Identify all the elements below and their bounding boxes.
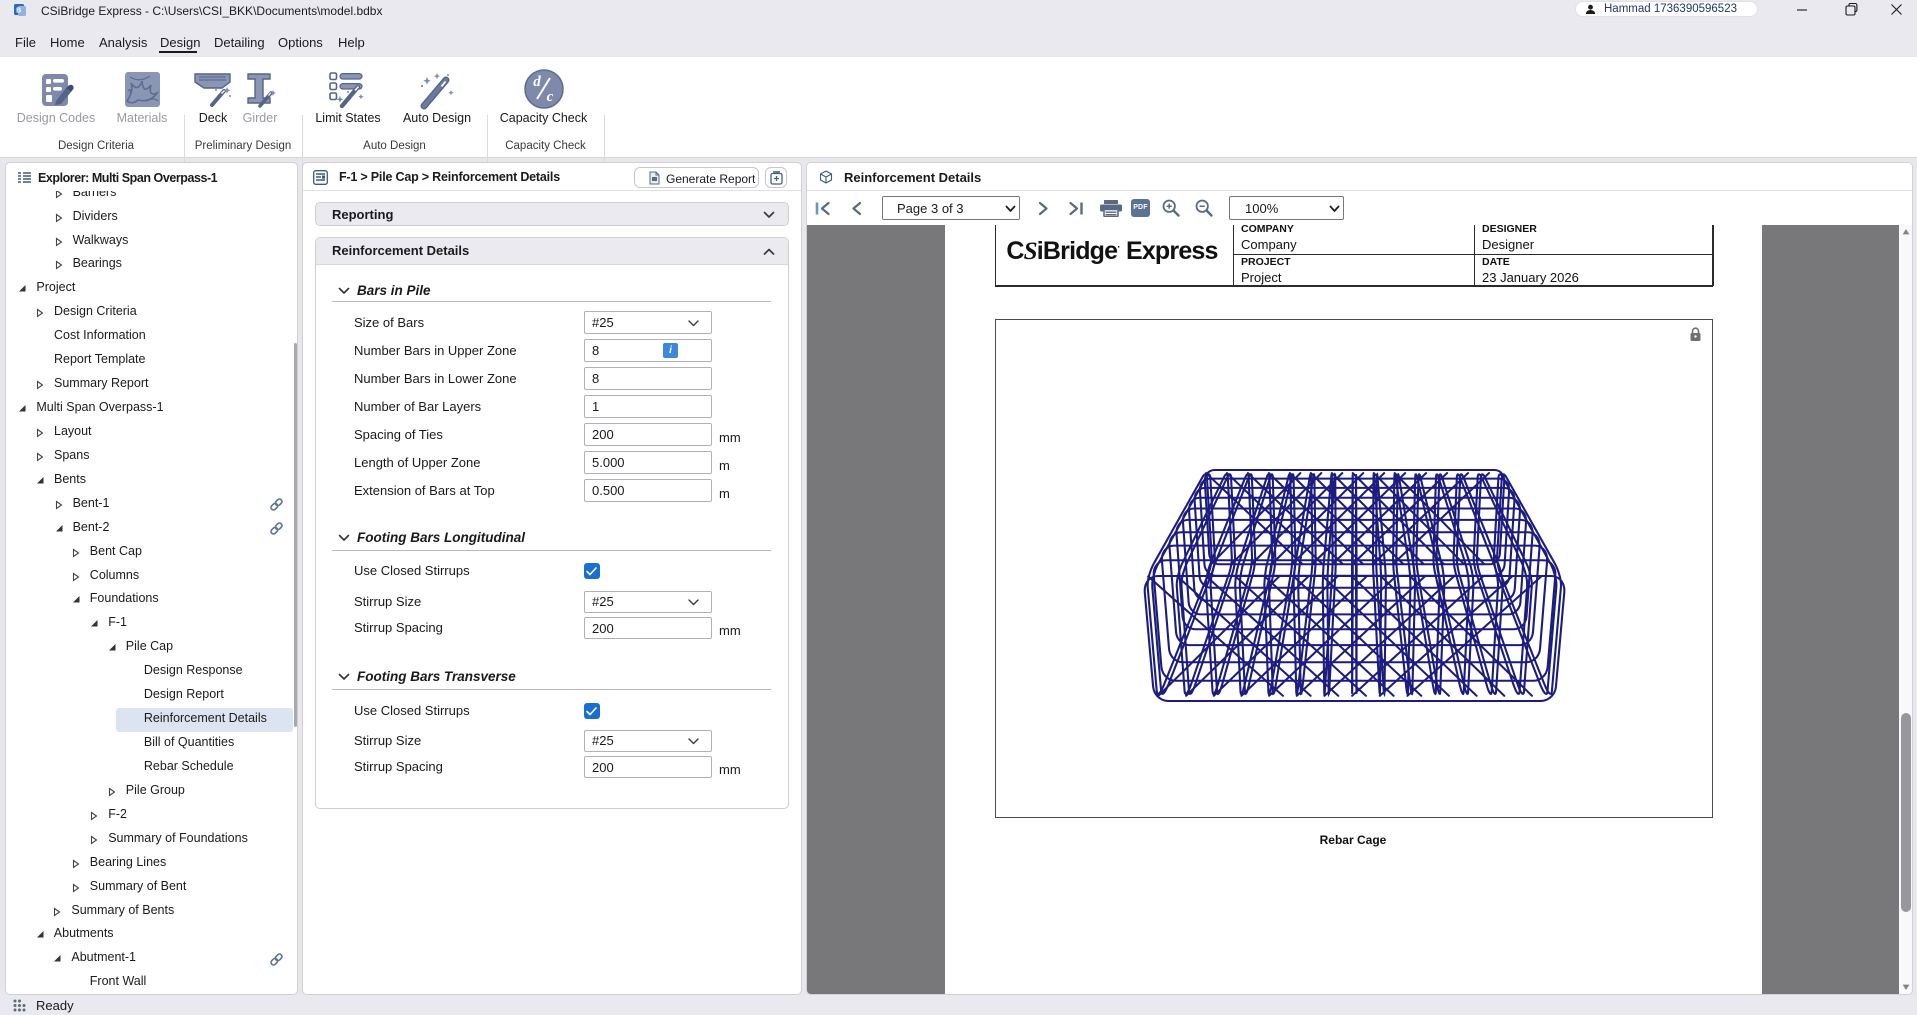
svg-text:c: c (547, 89, 554, 105)
svg-text:d: d (533, 74, 541, 90)
svg-text:B: B (16, 8, 21, 15)
